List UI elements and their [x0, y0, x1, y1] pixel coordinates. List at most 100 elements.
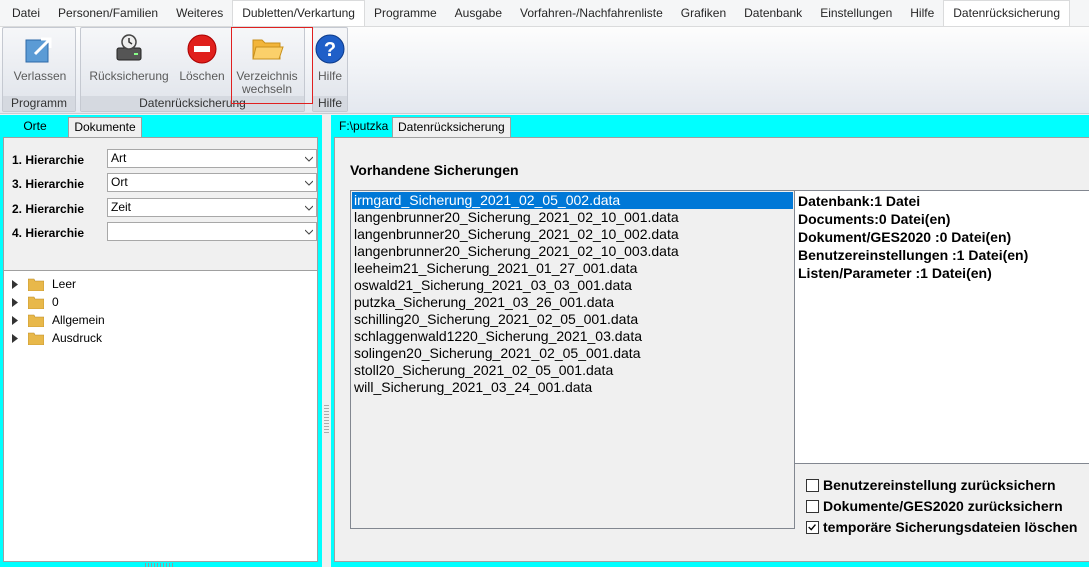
tab-path[interactable]: F:\putzka [334, 117, 393, 137]
backup-list-item[interactable]: will_Sicherung_2021_03_24_001.data [352, 379, 793, 396]
hierarchy-row-2: 2. Hierarchie Zeit [10, 198, 317, 218]
right-panel-content: Vorhandene Sicherungen irmgard_Sicherung… [334, 137, 1089, 562]
menu-tab-vorfahren-nachfahrenliste[interactable]: Vorfahren-/Nachfahrenliste [511, 1, 672, 26]
expand-arrow-icon[interactable] [12, 280, 18, 289]
backup-list-item[interactable]: solingen20_Sicherung_2021_02_05_001.data [352, 345, 793, 362]
menu-tab-hilfe[interactable]: Hilfe [901, 1, 943, 26]
tree-item-label: Leer [52, 277, 77, 291]
left-panel: Orte Dokumente 1. Hierarchie Art 3. Hier… [0, 115, 322, 567]
tab-orte[interactable]: Orte [3, 117, 67, 137]
hierarchy-row-3: 3. Hierarchie Ort [10, 173, 317, 193]
option-label: Dokumente/GES2020 zurücksichern [823, 498, 1063, 514]
folder-icon [28, 296, 44, 309]
expand-arrow-icon[interactable] [12, 316, 18, 325]
option-label: Benutzereinstellung zurücksichern [823, 477, 1056, 493]
splitter-grip[interactable] [324, 405, 329, 435]
delete-icon [187, 34, 217, 64]
left-tab-bar: Orte Dokumente [0, 115, 322, 137]
restore-drive-icon [116, 34, 142, 61]
ribbon-group-label-programm: Programm [3, 96, 75, 111]
menu-tab-grafiken[interactable]: Grafiken [672, 1, 735, 26]
chevron-down-icon [305, 229, 313, 235]
tree-view: Leer 0 Allgemein Ausdruck [4, 270, 317, 561]
hierarchy-row-1: 1. Hierarchie Art [10, 149, 317, 169]
highlight-frame [231, 27, 313, 104]
help-icon: ? [315, 34, 345, 64]
info-line: Dokument/GES2020 :0 Datei(en) [798, 229, 1012, 245]
backup-list-item[interactable]: stoll20_Sicherung_2021_02_05_001.data [352, 362, 793, 379]
bottom-resize-grip[interactable] [145, 563, 175, 567]
expand-arrow-icon[interactable] [12, 334, 18, 343]
hierarchy-label: 2. Hierarchie [12, 202, 85, 216]
info-line: Benutzereinstellungen :1 Datei(en) [798, 247, 1029, 263]
menu-tab-einstellungen[interactable]: Einstellungen [811, 1, 901, 26]
tree-item-label: Allgemein [52, 313, 105, 327]
backup-list-item[interactable]: oswald21_Sicherung_2021_03_03_001.data [352, 277, 793, 294]
option-label: temporäre Sicherungsdateien löschen [823, 519, 1078, 535]
chevron-down-icon [305, 205, 313, 211]
backup-list-item[interactable]: schlaggenwald1220_Sicherung_2021_03.data [352, 328, 793, 345]
backup-list-item[interactable]: langenbrunner20_Sicherung_2021_02_10_002… [352, 226, 793, 243]
tree-item-label: Ausdruck [52, 331, 103, 345]
loeschen-button[interactable]: Löschen [175, 30, 229, 83]
ruecksicherung-label: Rücksicherung [89, 69, 169, 83]
menu-tab-personen-familien[interactable]: Personen/Familien [49, 1, 167, 26]
tree-item-label: 0 [52, 295, 59, 309]
folder-icon [28, 278, 44, 291]
backup-list-item[interactable]: leeheim21_Sicherung_2021_01_27_001.data [352, 260, 793, 277]
backup-list-item[interactable]: langenbrunner20_Sicherung_2021_02_10_003… [352, 243, 793, 260]
svg-text:?: ? [324, 39, 336, 61]
hierarchy-select[interactable]: Art [107, 149, 317, 168]
backup-list-item[interactable]: schilling20_Sicherung_2021_02_05_001.dat… [352, 311, 793, 328]
hierarchy-row-4: 4. Hierarchie [10, 222, 317, 242]
menu-tab-dubletten-verkartung[interactable]: Dubletten/Verkartung [232, 0, 365, 26]
exit-arrow-icon [25, 37, 52, 63]
ribbon-group-programm: Verlassen Programm [2, 27, 76, 112]
panel-splitter[interactable] [322, 115, 331, 567]
checkmark-icon [808, 524, 816, 531]
hierarchy-select[interactable] [107, 222, 317, 241]
folder-icon [28, 332, 44, 345]
hierarchy-select-value: Art [111, 151, 127, 165]
info-line: Listen/Parameter :1 Datei(en) [798, 265, 992, 281]
left-panel-content: 1. Hierarchie Art 3. Hierarchie Ort 2. H… [3, 137, 318, 562]
hierarchy-label: 1. Hierarchie [12, 153, 85, 167]
backup-list-item[interactable]: langenbrunner20_Sicherung_2021_02_10_001… [352, 209, 793, 226]
hierarchy-select-value: Ort [111, 175, 128, 189]
hierarchy-select[interactable]: Zeit [107, 198, 317, 217]
hierarchy-select[interactable]: Ort [107, 173, 317, 192]
ribbon-group-hilfe: ? Hilfe Hilfe [312, 27, 348, 112]
menu-tab-weiteres[interactable]: Weiteres [167, 1, 232, 26]
ribbon-group-label-hilfe: Hilfe [313, 96, 347, 111]
checkbox[interactable] [806, 479, 819, 492]
hilfe-button[interactable]: ? Hilfe [313, 30, 347, 83]
tab-datenruecksicherung[interactable]: Datenrücksicherung [392, 117, 511, 137]
hilfe-label: Hilfe [317, 69, 342, 83]
hierarchy-label: 3. Hierarchie [12, 177, 85, 191]
chevron-down-icon [305, 156, 313, 162]
backup-list[interactable]: irmgard_Sicherung_2021_02_05_002.data la… [350, 190, 795, 529]
hierarchy-select-value: Zeit [111, 200, 132, 214]
folder-icon [28, 314, 44, 327]
menu-bar: Datei Personen/Familien Weiteres Dublett… [0, 0, 1089, 27]
ribbon: Verlassen Programm Rücksicherung Löschen [0, 27, 1089, 114]
info-line: Documents:0 Datei(en) [798, 211, 951, 227]
ruecksicherung-button[interactable]: Rücksicherung [85, 30, 173, 83]
menu-tab-datenbank[interactable]: Datenbank [735, 1, 811, 26]
verlassen-button[interactable]: Verlassen [6, 30, 74, 83]
backup-list-item[interactable]: putzka_Sicherung_2021_03_26_001.data [352, 294, 793, 311]
backup-list-item[interactable]: irmgard_Sicherung_2021_02_05_002.data [352, 192, 793, 209]
right-panel: F:\putzka Datenrücksicherung Vorhandene … [331, 115, 1089, 567]
menu-tab-datenruecksicherung[interactable]: Datenrücksicherung [943, 0, 1070, 26]
chevron-down-icon [305, 180, 313, 186]
menu-tab-programme[interactable]: Programme [365, 1, 446, 26]
checkbox[interactable] [806, 500, 819, 513]
expand-arrow-icon[interactable] [12, 298, 18, 307]
menu-tab-datei[interactable]: Datei [3, 1, 49, 26]
checkbox-checked[interactable] [806, 521, 819, 534]
backup-info-box: Datenbank:1 Datei Documents:0 Datei(en) … [794, 190, 1089, 464]
section-title: Vorhandene Sicherungen [350, 162, 519, 178]
tab-dokumente[interactable]: Dokumente [68, 117, 142, 137]
menu-tab-ausgabe[interactable]: Ausgabe [446, 1, 511, 26]
hierarchy-label: 4. Hierarchie [12, 226, 85, 240]
